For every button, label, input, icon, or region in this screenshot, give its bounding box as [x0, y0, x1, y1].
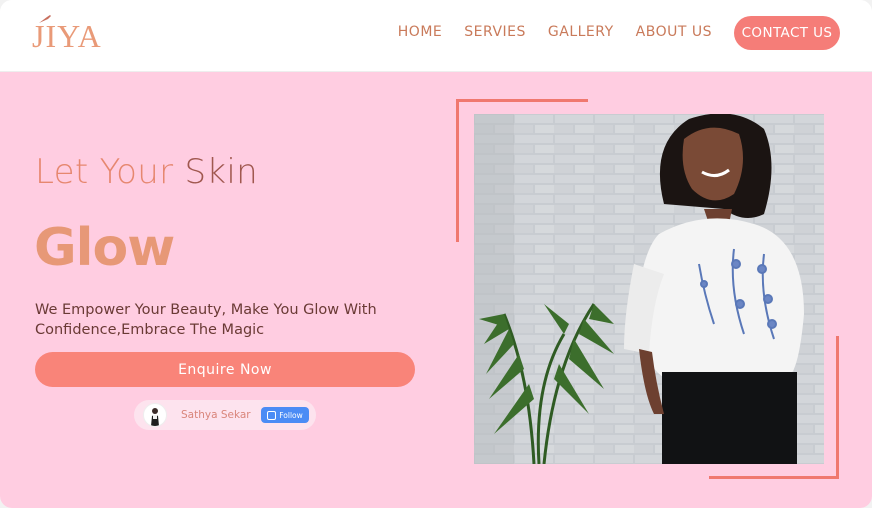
page-frame: JIYA HOME SERVIES GALLERY ABOUT US CONTA…	[0, 0, 872, 508]
nav-about[interactable]: ABOUT US	[636, 24, 712, 40]
headline-part-2: Skin	[184, 152, 258, 192]
follow-label: Follow	[279, 410, 303, 420]
profile-badge: Sathya Sekar Follow	[134, 400, 316, 430]
brand-logo[interactable]: JIYA	[32, 14, 102, 58]
nav-gallery[interactable]: GALLERY	[548, 24, 614, 40]
contact-us-button[interactable]: CONTACT US	[734, 16, 840, 50]
nav-services[interactable]: SERVIES	[464, 24, 526, 40]
hero-glow-text: Glow	[34, 218, 175, 278]
decorative-corner-top	[456, 99, 588, 102]
enquire-now-button[interactable]: Enquire Now	[35, 352, 415, 387]
woman-portrait-image	[474, 114, 824, 464]
decorative-corner-bottom	[709, 476, 839, 479]
hero-description: We Empower Your Beauty, Make You Glow Wi…	[35, 302, 377, 338]
decorative-corner-right	[836, 336, 839, 479]
instagram-icon	[267, 410, 277, 420]
follow-button[interactable]: Follow	[261, 407, 309, 423]
nav-home[interactable]: HOME	[398, 24, 442, 40]
hero-photo	[474, 114, 824, 464]
headline-part-1: Let Your	[35, 152, 185, 192]
hero-headline: Let Your Skin	[35, 152, 258, 192]
avatar	[143, 403, 167, 427]
brush-icon	[39, 15, 51, 23]
top-navbar: JIYA HOME SERVIES GALLERY ABOUT US CONTA…	[0, 0, 872, 72]
decorative-corner-left	[456, 99, 459, 242]
main-menu: HOME SERVIES GALLERY ABOUT US	[398, 24, 712, 40]
profile-name: Sathya Sekar	[181, 409, 251, 421]
